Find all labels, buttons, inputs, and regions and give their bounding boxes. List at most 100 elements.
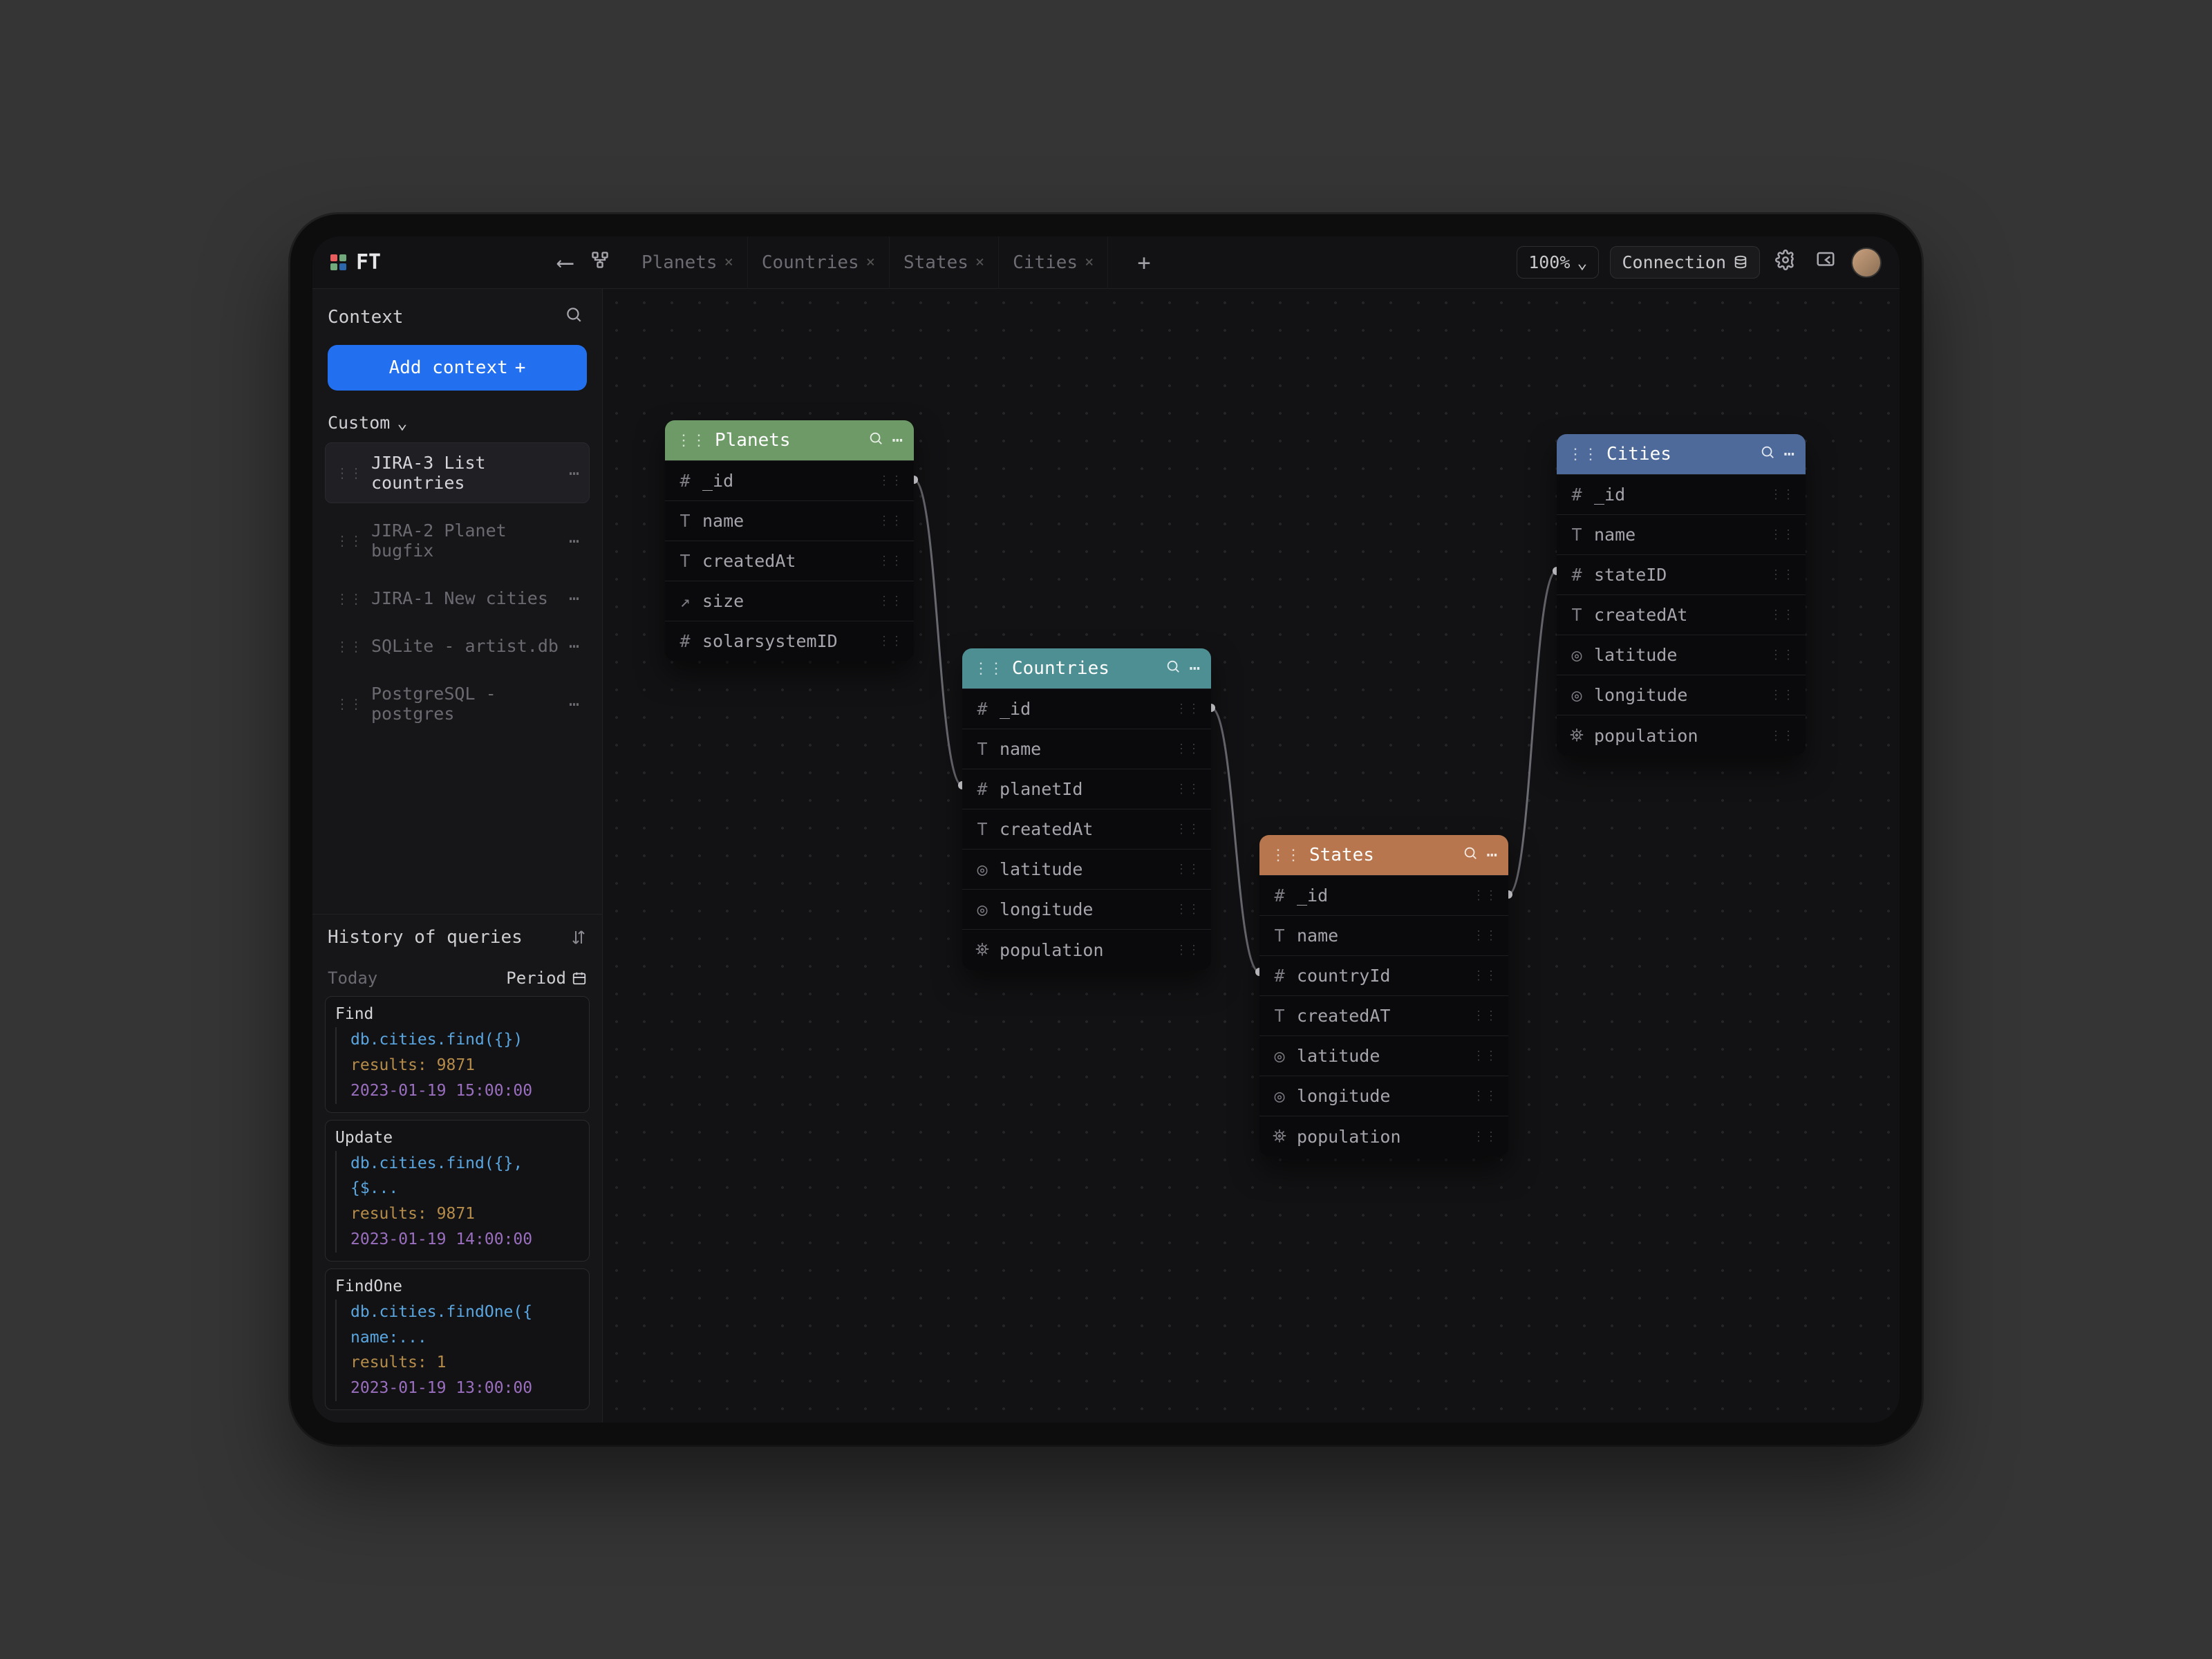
drag-grip-icon[interactable]: ⋮⋮ — [878, 514, 903, 528]
table-search-button[interactable] — [1463, 845, 1478, 865]
drag-grip-icon[interactable]: ⋮⋮ — [1568, 446, 1598, 463]
table-header[interactable]: ⋮⋮ Cities ⋯ — [1557, 434, 1806, 474]
drag-grip-icon[interactable]: ⋮⋮ — [1770, 568, 1794, 582]
table-more-button[interactable]: ⋯ — [1783, 444, 1794, 465]
close-tab-icon[interactable]: × — [866, 254, 875, 271]
drag-grip-icon[interactable]: ⋮⋮ — [1770, 688, 1794, 702]
table-column-row[interactable]: # planetId ⋮⋮ — [962, 769, 1211, 809]
table-column-row[interactable]: ↗ size ⋮⋮ — [665, 581, 914, 621]
table-column-row[interactable]: ⛯ population ⋮⋮ — [962, 929, 1211, 970]
drag-grip-icon[interactable]: ⋮⋮ — [335, 590, 363, 607]
drag-grip-icon[interactable]: ⋮⋮ — [1472, 1009, 1497, 1023]
search-context-button[interactable] — [561, 301, 587, 332]
table-column-row[interactable]: # _id ⋮⋮ — [665, 460, 914, 500]
drag-grip-icon[interactable]: ⋮⋮ — [1175, 742, 1200, 756]
context-item[interactable]: ⋮⋮JIRA-2 Planet bugfix⋯ — [325, 510, 590, 571]
table-column-row[interactable]: T createdAt ⋮⋮ — [665, 541, 914, 581]
context-item-more-icon[interactable]: ⋯ — [569, 588, 579, 608]
table-search-button[interactable] — [868, 430, 883, 451]
table-column-row[interactable]: ⛯ population ⋮⋮ — [1259, 1116, 1508, 1156]
schema-tree-icon[interactable] — [585, 250, 615, 274]
period-button[interactable]: Period — [506, 968, 587, 988]
table-search-button[interactable] — [1760, 444, 1775, 465]
context-item-more-icon[interactable]: ⋯ — [569, 636, 579, 656]
query-card[interactable]: Update db.cities.find({}, {$... results:… — [325, 1120, 590, 1262]
drag-grip-icon[interactable]: ⋮⋮ — [1770, 648, 1794, 662]
table-column-row[interactable]: T name ⋮⋮ — [1557, 514, 1806, 554]
table-column-row[interactable]: T name ⋮⋮ — [962, 729, 1211, 769]
table-header[interactable]: ⋮⋮ States ⋯ — [1259, 835, 1508, 875]
table-more-button[interactable]: ⋯ — [892, 430, 903, 451]
table-column-row[interactable]: # _id ⋮⋮ — [1557, 474, 1806, 514]
table-column-row[interactable]: T createdAT ⋮⋮ — [1259, 995, 1508, 1035]
table-column-row[interactable]: # _id ⋮⋮ — [962, 688, 1211, 729]
settings-button[interactable] — [1771, 245, 1800, 279]
tab-states[interactable]: States× — [890, 236, 999, 289]
context-item[interactable]: ⋮⋮SQLite - artist.db⋯ — [325, 626, 590, 666]
drag-grip-icon[interactable]: ⋮⋮ — [1770, 487, 1794, 502]
drag-grip-icon[interactable]: ⋮⋮ — [335, 695, 363, 712]
connection-button[interactable]: Connection — [1610, 246, 1760, 279]
table-column-row[interactable]: # stateID ⋮⋮ — [1557, 554, 1806, 594]
table-column-row[interactable]: ◎ longitude ⋮⋮ — [1259, 1076, 1508, 1116]
table-more-button[interactable]: ⋯ — [1486, 845, 1497, 865]
avatar-button[interactable] — [1851, 247, 1882, 278]
table-column-row[interactable]: T name ⋮⋮ — [1259, 915, 1508, 955]
drag-grip-icon[interactable]: ⋮⋮ — [973, 660, 1004, 677]
context-item-more-icon[interactable]: ⋯ — [569, 694, 579, 714]
drag-grip-icon[interactable]: ⋮⋮ — [335, 638, 363, 655]
drag-grip-icon[interactable]: ⋮⋮ — [335, 532, 363, 549]
query-card[interactable]: Find db.cities.find({}) results: 9871 20… — [325, 996, 590, 1112]
table-column-row[interactable]: ◎ longitude ⋮⋮ — [1557, 675, 1806, 715]
close-tab-icon[interactable]: × — [1085, 254, 1094, 271]
drag-grip-icon[interactable]: ⋮⋮ — [1770, 608, 1794, 622]
add-context-button[interactable]: Add context + — [328, 345, 587, 391]
context-item[interactable]: ⋮⋮JIRA-1 New cities⋯ — [325, 578, 590, 619]
table-column-row[interactable]: T createdAt ⋮⋮ — [962, 809, 1211, 849]
close-tab-icon[interactable]: × — [724, 254, 733, 271]
collapse-sidebar-button[interactable]: ⟵ — [559, 249, 572, 276]
table-header[interactable]: ⋮⋮ Countries ⋯ — [962, 648, 1211, 688]
table-column-row[interactable]: # countryId ⋮⋮ — [1259, 955, 1508, 995]
table-card-cities[interactable]: ⋮⋮ Cities ⋯ # _id ⋮⋮ T name ⋮⋮ # stateID… — [1557, 434, 1806, 756]
drag-grip-icon[interactable]: ⋮⋮ — [1175, 902, 1200, 917]
drag-grip-icon[interactable]: ⋮⋮ — [878, 594, 903, 608]
table-more-button[interactable]: ⋯ — [1189, 658, 1200, 679]
context-item-more-icon[interactable]: ⋯ — [569, 463, 579, 483]
drag-grip-icon[interactable]: ⋮⋮ — [1472, 1130, 1497, 1144]
table-column-row[interactable]: T createdAt ⋮⋮ — [1557, 594, 1806, 635]
table-card-states[interactable]: ⋮⋮ States ⋯ # _id ⋮⋮ T name ⋮⋮ # country… — [1259, 835, 1508, 1156]
drag-grip-icon[interactable]: ⋮⋮ — [1175, 702, 1200, 716]
schema-canvas[interactable]: ⋮⋮ Planets ⋯ # _id ⋮⋮ T name ⋮⋮ T create… — [603, 289, 1900, 1423]
table-column-row[interactable]: ◎ latitude ⋮⋮ — [962, 849, 1211, 889]
fullscreen-button[interactable] — [1811, 245, 1840, 279]
close-tab-icon[interactable]: × — [975, 254, 984, 271]
add-tab-button[interactable]: + — [1121, 250, 1167, 276]
drag-grip-icon[interactable]: ⋮⋮ — [1770, 527, 1794, 542]
drag-grip-icon[interactable]: ⋮⋮ — [1175, 822, 1200, 836]
table-column-row[interactable]: # _id ⋮⋮ — [1259, 875, 1508, 915]
query-card[interactable]: FindOne db.cities.findOne({ name:... res… — [325, 1268, 590, 1410]
table-column-row[interactable]: ◎ latitude ⋮⋮ — [1557, 635, 1806, 675]
custom-dropdown[interactable]: Custom ⌄ — [312, 403, 602, 442]
tab-countries[interactable]: Countries× — [748, 236, 890, 289]
context-item-more-icon[interactable]: ⋯ — [569, 531, 579, 551]
context-item[interactable]: ⋮⋮PostgreSQL - postgres⋯ — [325, 673, 590, 734]
drag-grip-icon[interactable]: ⋮⋮ — [1472, 968, 1497, 983]
drag-grip-icon[interactable]: ⋮⋮ — [1175, 862, 1200, 877]
drag-grip-icon[interactable]: ⋮⋮ — [1175, 782, 1200, 796]
drag-grip-icon[interactable]: ⋮⋮ — [1472, 1049, 1497, 1063]
table-column-row[interactable]: ⛯ population ⋮⋮ — [1557, 715, 1806, 756]
context-item[interactable]: ⋮⋮JIRA-3 List countries⋯ — [325, 442, 590, 503]
drag-grip-icon[interactable]: ⋮⋮ — [1271, 847, 1301, 864]
table-column-row[interactable]: # solarsystemID ⋮⋮ — [665, 621, 914, 661]
history-sort-button[interactable] — [570, 929, 587, 946]
drag-grip-icon[interactable]: ⋮⋮ — [1472, 928, 1497, 943]
table-column-row[interactable]: ◎ latitude ⋮⋮ — [1259, 1035, 1508, 1076]
drag-grip-icon[interactable]: ⋮⋮ — [878, 474, 903, 488]
table-card-planets[interactable]: ⋮⋮ Planets ⋯ # _id ⋮⋮ T name ⋮⋮ T create… — [665, 420, 914, 661]
drag-grip-icon[interactable]: ⋮⋮ — [1472, 1089, 1497, 1103]
drag-grip-icon[interactable]: ⋮⋮ — [1175, 943, 1200, 957]
table-header[interactable]: ⋮⋮ Planets ⋯ — [665, 420, 914, 460]
table-search-button[interactable] — [1165, 658, 1181, 679]
